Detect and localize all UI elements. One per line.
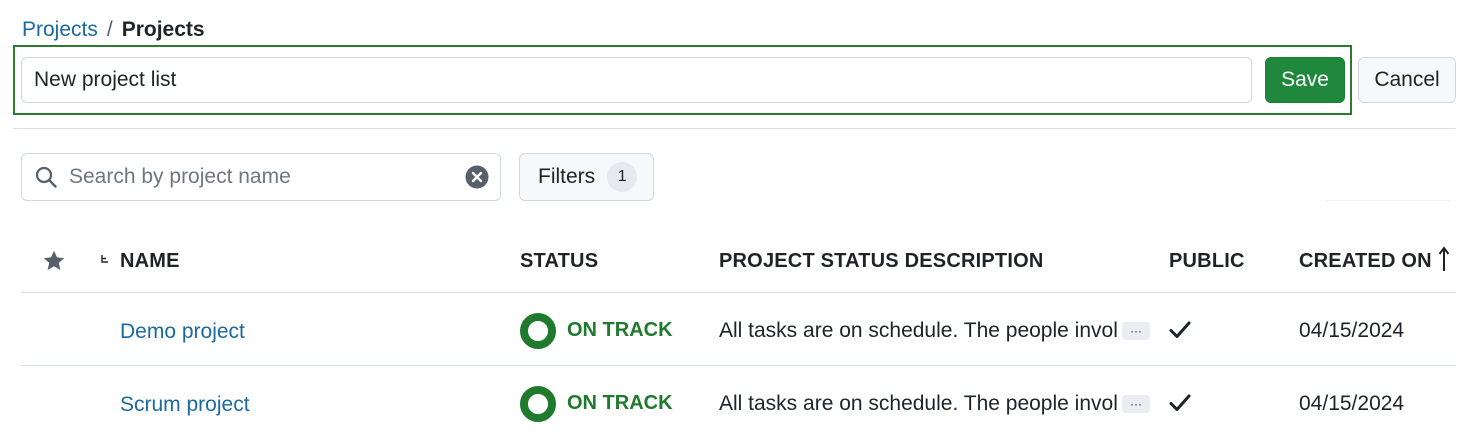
- status-description: All tasks are on schedule. The people in…: [719, 392, 1118, 415]
- decorative-divider: [1326, 200, 1450, 201]
- column-header-public[interactable]: PUBLIC: [1169, 248, 1245, 274]
- breadcrumb-separator: /: [106, 18, 113, 41]
- search-input[interactable]: [69, 154, 449, 200]
- checkmark-icon: [1169, 321, 1191, 338]
- search-box[interactable]: [21, 153, 501, 201]
- breadcrumb: Projects / Projects: [22, 16, 205, 44]
- breadcrumb-current: Projects: [121, 18, 205, 41]
- project-name-link[interactable]: Scrum project: [120, 391, 250, 419]
- status-label: ON TRACK: [567, 392, 673, 414]
- expand-description-button[interactable]: ···: [1122, 322, 1150, 340]
- created-on-date: 04/15/2024: [1299, 319, 1405, 342]
- star-icon[interactable]: [42, 249, 66, 273]
- clear-icon[interactable]: [465, 165, 489, 189]
- status-ring-icon: [520, 386, 556, 422]
- cancel-button[interactable]: Cancel: [1358, 57, 1456, 103]
- created-on-date: 04/15/2024: [1299, 392, 1405, 415]
- column-header-description[interactable]: PROJECT STATUS DESCRIPTION: [719, 248, 1044, 274]
- column-header-created-on[interactable]: CREATED ON: [1299, 248, 1432, 274]
- column-header-name[interactable]: NAME: [120, 248, 180, 274]
- header-divider: [13, 128, 1456, 129]
- column-header-status[interactable]: STATUS: [520, 248, 598, 274]
- filters-count-badge: 1: [607, 162, 638, 192]
- status-description: All tasks are on schedule. The people in…: [719, 319, 1118, 342]
- status-label: ON TRACK: [567, 319, 673, 341]
- list-name-input[interactable]: [21, 57, 1252, 103]
- sort-arrow-up-icon[interactable]: [1437, 246, 1451, 272]
- expand-description-button[interactable]: ···: [1122, 395, 1150, 413]
- filters-button[interactable]: Filters 1: [519, 153, 654, 201]
- save-button[interactable]: Save: [1265, 57, 1345, 103]
- status-ring-icon: [520, 313, 556, 349]
- filters-label: Filters: [538, 165, 596, 188]
- row-divider: [21, 365, 1456, 366]
- table-header-divider: [21, 292, 1456, 293]
- breadcrumb-link-projects[interactable]: Projects: [22, 16, 98, 44]
- hierarchy-icon[interactable]: [99, 254, 111, 268]
- search-icon: [35, 166, 57, 188]
- project-name-link[interactable]: Demo project: [120, 318, 245, 346]
- checkmark-icon: [1169, 394, 1191, 411]
